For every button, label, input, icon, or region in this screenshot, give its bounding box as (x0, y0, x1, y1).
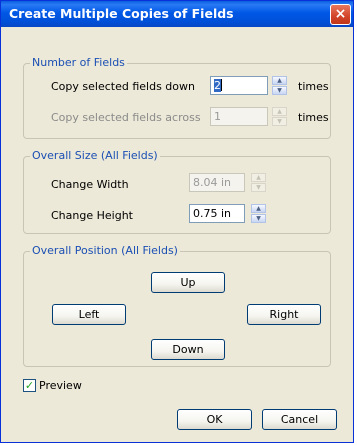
change-height-label: Change Height (51, 209, 133, 222)
check-icon: ✓ (24, 379, 35, 392)
change-height-stepper[interactable]: ▲ ▼ (251, 204, 266, 223)
spin-up-icon[interactable]: ▲ (251, 204, 266, 213)
create-multiple-copies-dialog: Create Multiple Copies of Fields × Numbe… (0, 0, 354, 443)
copy-down-input[interactable]: 2 (210, 76, 268, 95)
spin-up-icon[interactable]: ▲ (251, 173, 266, 182)
move-right-button[interactable]: Right (247, 304, 321, 325)
move-up-button[interactable]: Up (151, 272, 225, 293)
change-height-input[interactable]: 0.75 in (189, 204, 245, 223)
spin-down-icon[interactable]: ▼ (251, 183, 266, 192)
copy-down-suffix: times (298, 80, 329, 93)
spin-down-icon[interactable]: ▼ (272, 86, 287, 95)
change-width-input[interactable]: 8.04 in (189, 173, 245, 192)
number-of-fields-legend: Number of Fields (30, 56, 127, 69)
copy-down-stepper[interactable]: ▲ ▼ (272, 76, 287, 95)
preview-checkbox[interactable]: ✓ (23, 379, 36, 392)
move-down-button[interactable]: Down (151, 339, 225, 360)
move-left-button[interactable]: Left (52, 304, 126, 325)
spin-down-icon[interactable]: ▼ (272, 117, 287, 126)
close-icon[interactable]: × (330, 4, 351, 25)
change-width-label: Change Width (51, 178, 129, 191)
copy-across-input[interactable]: 1 (210, 107, 268, 126)
ok-button[interactable]: OK (177, 409, 252, 430)
copy-down-value: 2 (214, 79, 221, 92)
overall-size-group (23, 156, 331, 234)
text-caret (221, 79, 222, 91)
change-width-stepper[interactable]: ▲ ▼ (251, 173, 266, 192)
number-of-fields-group (23, 63, 331, 139)
copy-across-suffix: times (298, 111, 329, 124)
overall-size-legend: Overall Size (All Fields) (30, 149, 160, 162)
preview-label[interactable]: Preview (39, 379, 82, 392)
spin-up-icon[interactable]: ▲ (272, 76, 287, 85)
title-bar[interactable]: Create Multiple Copies of Fields × (1, 1, 353, 27)
copy-across-label: Copy selected fields across (51, 111, 201, 124)
overall-position-legend: Overall Position (All Fields) (30, 244, 180, 257)
spin-down-icon[interactable]: ▼ (251, 214, 266, 223)
spin-up-icon[interactable]: ▲ (272, 107, 287, 116)
cancel-button[interactable]: Cancel (262, 409, 337, 430)
copy-across-stepper[interactable]: ▲ ▼ (272, 107, 287, 126)
copy-down-label: Copy selected fields down (51, 80, 195, 93)
dialog-title: Create Multiple Copies of Fields (9, 6, 234, 21)
